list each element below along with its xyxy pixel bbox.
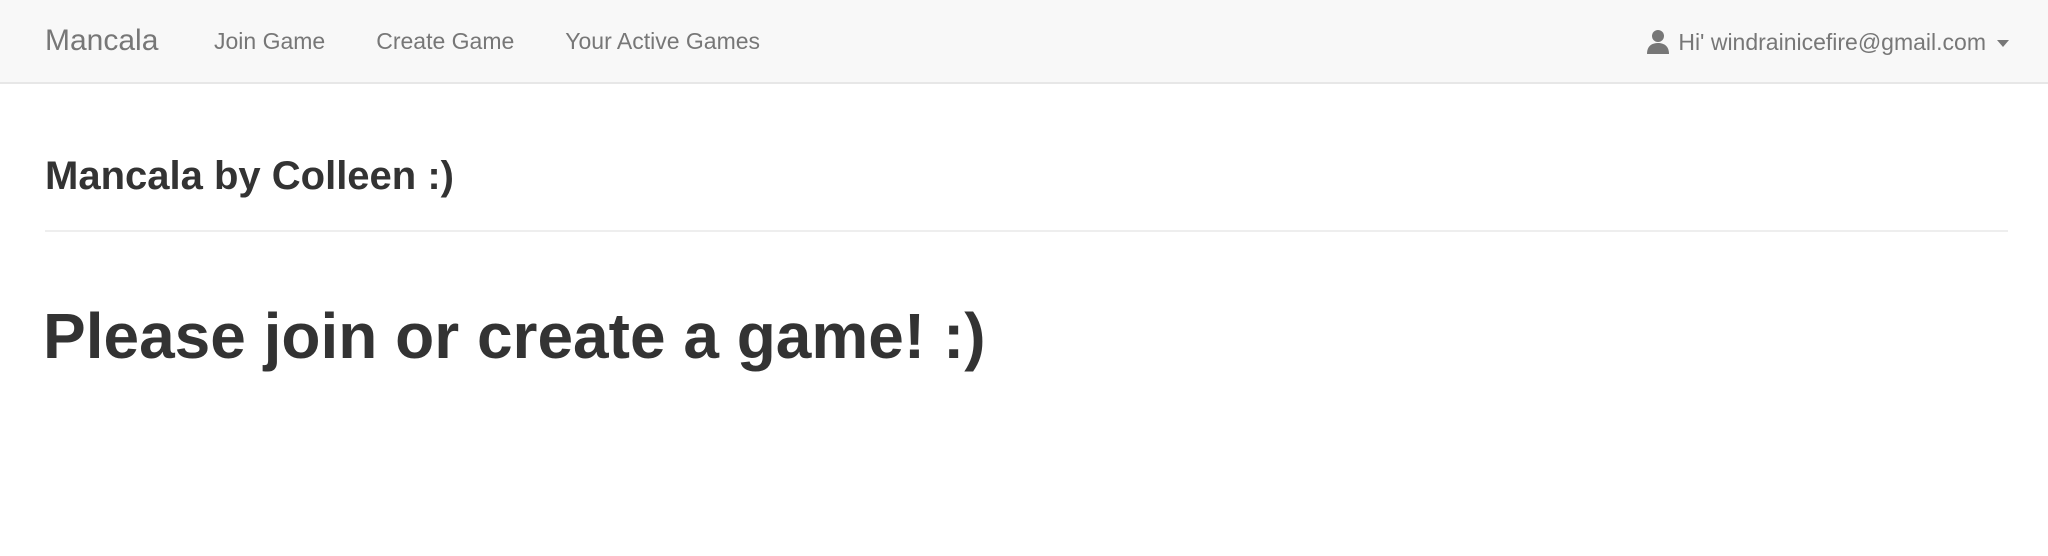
nav-join-game[interactable]: Join Game bbox=[214, 0, 325, 84]
chevron-down-icon bbox=[1997, 39, 2009, 47]
navbar: Mancala Join Game Create Game Your Activ… bbox=[0, 0, 2048, 84]
main-message: Please join or create a game! :) bbox=[43, 300, 986, 372]
nav-links: Join Game Create Game Your Active Games bbox=[214, 0, 760, 84]
nav-your-active-games[interactable]: Your Active Games bbox=[565, 0, 760, 84]
user-menu-label: Hi' windrainicefire@gmail.com bbox=[1678, 28, 1986, 55]
brand-link[interactable]: Mancala bbox=[45, 0, 158, 84]
user-menu-dropdown[interactable]: Hi' windrainicefire@gmail.com bbox=[1646, 0, 2009, 84]
user-icon bbox=[1646, 29, 1670, 55]
header-divider bbox=[45, 230, 2008, 232]
nav-create-game[interactable]: Create Game bbox=[376, 0, 514, 84]
page-title: Mancala by Colleen :) bbox=[45, 154, 454, 198]
